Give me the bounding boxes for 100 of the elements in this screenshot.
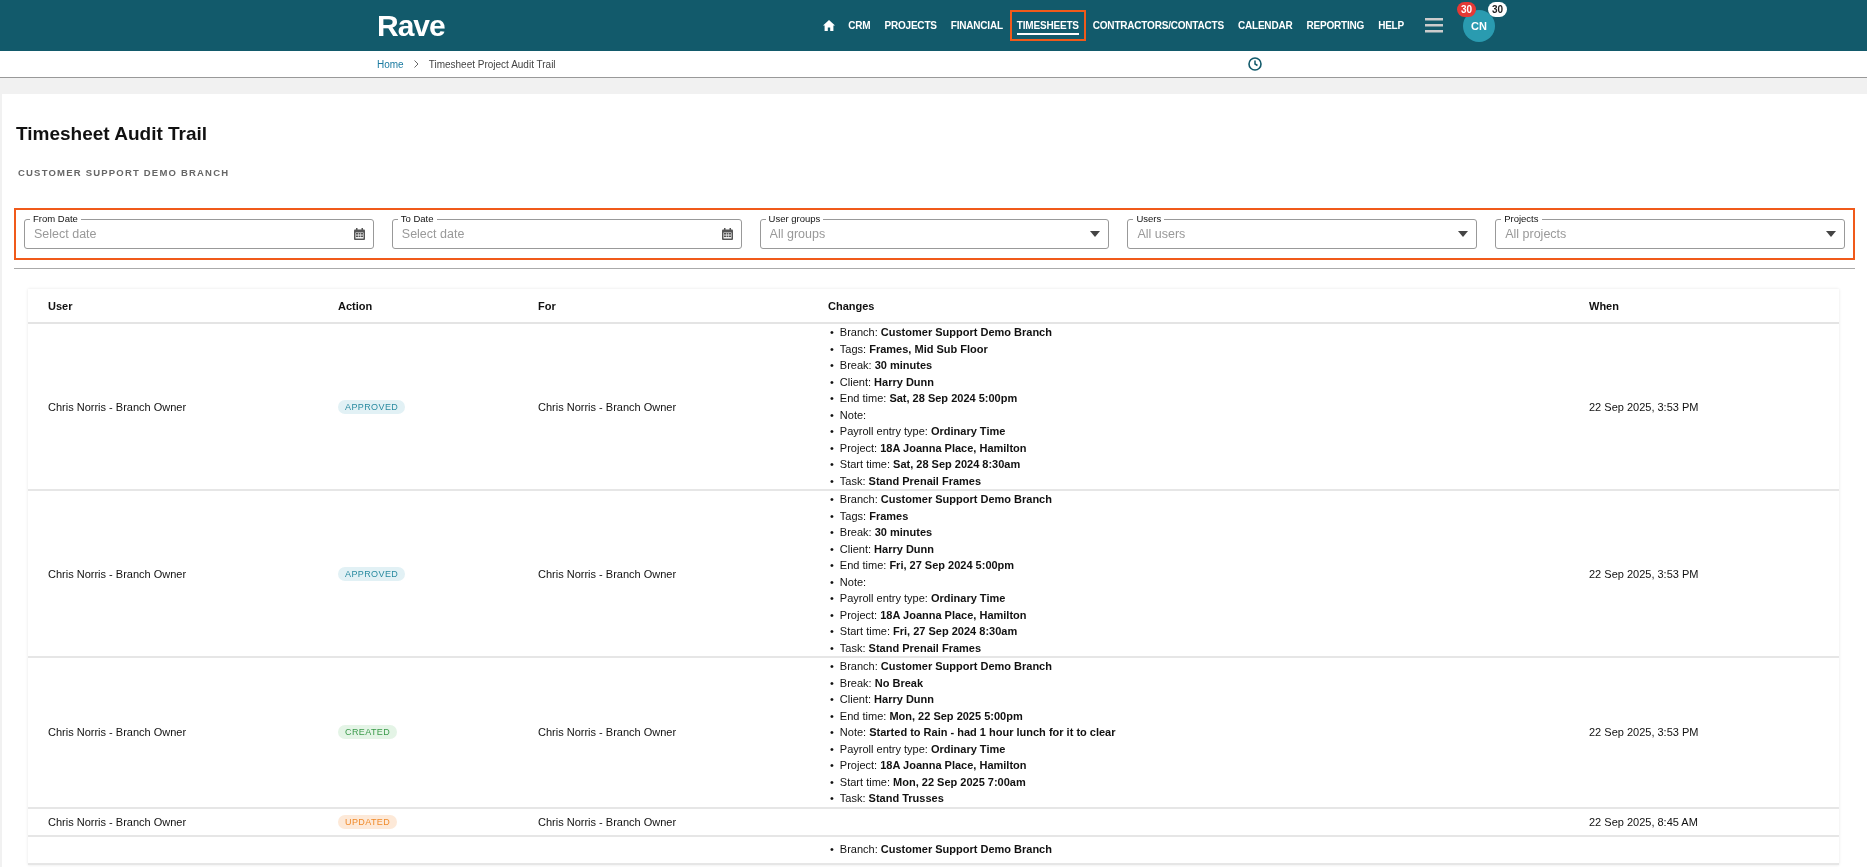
field-label: To Date bbox=[397, 213, 437, 224]
nav-link[interactable]: PROJECTS bbox=[877, 10, 944, 41]
change-item: End time: Fri, 27 Sep 2024 5:00pm bbox=[839, 558, 1015, 573]
page-title: Timesheet Audit Trail bbox=[16, 123, 209, 145]
list-bullet: • bbox=[830, 358, 834, 373]
change-item: Task: Stand Prenail Frames bbox=[839, 473, 982, 489]
change-item: Client: Harry Dunn bbox=[839, 541, 934, 557]
list-bullet: • bbox=[830, 525, 834, 540]
nav-link[interactable]: FINANCIAL bbox=[943, 10, 1010, 41]
field-label: From Date bbox=[30, 213, 81, 224]
status-badge: APPROVED bbox=[338, 399, 406, 414]
change-item: Project: 18A Joanna Place, Hamilton bbox=[839, 607, 1027, 623]
list-bullet: • bbox=[830, 492, 834, 507]
table-cell: Chris Norris - Branch Owner bbox=[48, 815, 187, 828]
change-item: Break: 30 minutes bbox=[839, 358, 933, 373]
list-bullet: • bbox=[830, 758, 834, 773]
dropdown-caret-icon[interactable] bbox=[1090, 231, 1101, 237]
calendar-icon[interactable] bbox=[353, 228, 365, 240]
count-badge: 30 bbox=[1487, 1, 1507, 17]
breadcrumb-link[interactable]: Home bbox=[377, 58, 404, 70]
list-bullet: • bbox=[830, 407, 834, 423]
change-item: Start time: Fri, 27 Sep 2024 8:30am bbox=[839, 624, 1018, 639]
list-bullet: • bbox=[830, 675, 834, 691]
list-bullet: • bbox=[830, 791, 834, 806]
list-bullet: • bbox=[830, 624, 834, 639]
list-bullet: • bbox=[830, 424, 834, 439]
table-cell: Chris Norris - Branch Owner bbox=[538, 726, 677, 739]
change-item: Tags: Frames bbox=[839, 508, 909, 524]
field-label: Projects bbox=[1501, 213, 1542, 224]
table-cell: 22 Sep 2025, 3:53 PM bbox=[1589, 726, 1699, 739]
change-item: Branch: Customer Support Demo Branch bbox=[839, 325, 1052, 340]
table-cell: Chris Norris - Branch Owner bbox=[538, 567, 677, 580]
breadcrumb-separator-icon bbox=[413, 58, 419, 70]
change-item: Task: Stand Prenail Frames bbox=[839, 640, 982, 656]
table-cell: Chris Norris - Branch Owner bbox=[538, 815, 677, 828]
list-bullet: • bbox=[830, 391, 834, 406]
change-item: Break: No Break bbox=[839, 675, 923, 691]
table-cell: 22 Sep 2025, 3:53 PM bbox=[1589, 400, 1699, 413]
list-bullet: • bbox=[830, 640, 834, 656]
list-bullet: • bbox=[830, 440, 834, 456]
list-bullet: • bbox=[830, 541, 834, 557]
list-bullet: • bbox=[830, 374, 834, 390]
status-badge: APPROVED bbox=[338, 566, 406, 581]
calendar-icon[interactable] bbox=[721, 228, 733, 240]
column-header: User bbox=[28, 289, 318, 323]
list-bullet: • bbox=[830, 558, 834, 573]
dropdown-caret-icon[interactable] bbox=[1826, 231, 1836, 237]
change-item: Project: 18A Joanna Place, Hamilton bbox=[839, 440, 1027, 456]
column-header: For bbox=[518, 289, 808, 323]
field-label: Users bbox=[1133, 213, 1165, 224]
breadcrumb-current: Timesheet Project Audit Trail bbox=[428, 58, 556, 70]
table-cell: 22 Sep 2025, 8:45 AM bbox=[1589, 815, 1698, 828]
change-item: Task: Stand Trusses bbox=[839, 791, 944, 806]
nav-link[interactable]: TIMESHEETS bbox=[1009, 10, 1086, 41]
notification-badge: 30 bbox=[1457, 1, 1477, 17]
table-cell: 22 Sep 2025, 3:53 PM bbox=[1589, 567, 1699, 580]
change-item: Note: Started to Rain - had 1 hour lunch for it to clear bbox=[839, 725, 1116, 740]
nav-link[interactable]: REPORTING bbox=[1299, 10, 1372, 41]
list-bullet: • bbox=[830, 325, 834, 340]
list-bullet: • bbox=[830, 607, 834, 623]
list-bullet: • bbox=[830, 692, 834, 707]
logo[interactable]: Rave bbox=[377, 8, 445, 43]
change-item: Tags: Frames, Mid Sub Floor bbox=[839, 341, 988, 357]
change-item: End time: Mon, 22 Sep 2025 5:00pm bbox=[839, 708, 1023, 724]
list-bullet: • bbox=[830, 842, 834, 858]
list-bullet: • bbox=[830, 725, 834, 740]
table-cell: Chris Norris - Branch Owner bbox=[48, 400, 187, 413]
change-item: Client: Harry Dunn bbox=[839, 692, 934, 707]
change-item: Client: Harry Dunn bbox=[839, 374, 934, 390]
change-item: Note: bbox=[839, 407, 867, 423]
change-item: Payroll entry type: Ordinary Time bbox=[839, 591, 1006, 606]
change-item: Start time: Sat, 28 Sep 2024 8:30am bbox=[839, 457, 1021, 472]
change-item: Payroll entry type: Ordinary Time bbox=[839, 424, 1006, 439]
nav-link[interactable]: CRM bbox=[841, 10, 878, 41]
change-item: Note: bbox=[839, 574, 867, 590]
list-bullet: • bbox=[830, 508, 834, 524]
nav-link[interactable]: HELP bbox=[1371, 10, 1411, 41]
nav-link[interactable]: CALENDAR bbox=[1230, 10, 1300, 41]
column-header: When bbox=[1569, 289, 1839, 323]
history-clock-icon[interactable] bbox=[1248, 57, 1262, 71]
list-bullet: • bbox=[830, 774, 834, 790]
table-cell: Chris Norris - Branch Owner bbox=[48, 726, 187, 739]
list-bullet: • bbox=[830, 341, 834, 357]
list-bullet: • bbox=[830, 473, 834, 489]
nav-link[interactable]: CONTRACTORS/CONTACTS bbox=[1085, 10, 1231, 41]
status-badge: UPDATED bbox=[338, 814, 398, 829]
list-bullet: • bbox=[830, 659, 834, 674]
field-label: User groups bbox=[765, 213, 824, 224]
change-item: Start time: Mon, 22 Sep 2025 7:00am bbox=[839, 774, 1026, 790]
change-item: Branch: Customer Support Demo Branch bbox=[839, 842, 1052, 858]
branch-subtitle: CUSTOMER SUPPORT DEMO BRANCH bbox=[18, 167, 231, 178]
table-cell: Chris Norris - Branch Owner bbox=[538, 400, 677, 413]
list-bullet: • bbox=[830, 457, 834, 472]
column-header: Action bbox=[318, 289, 518, 323]
change-item: End time: Sat, 28 Sep 2024 5:00pm bbox=[839, 391, 1018, 406]
change-item: Break: 30 minutes bbox=[839, 525, 933, 540]
list-bullet: • bbox=[830, 741, 834, 757]
status-badge: CREATED bbox=[338, 725, 398, 740]
column-header: Changes bbox=[808, 289, 1569, 323]
dropdown-caret-icon[interactable] bbox=[1458, 231, 1469, 237]
